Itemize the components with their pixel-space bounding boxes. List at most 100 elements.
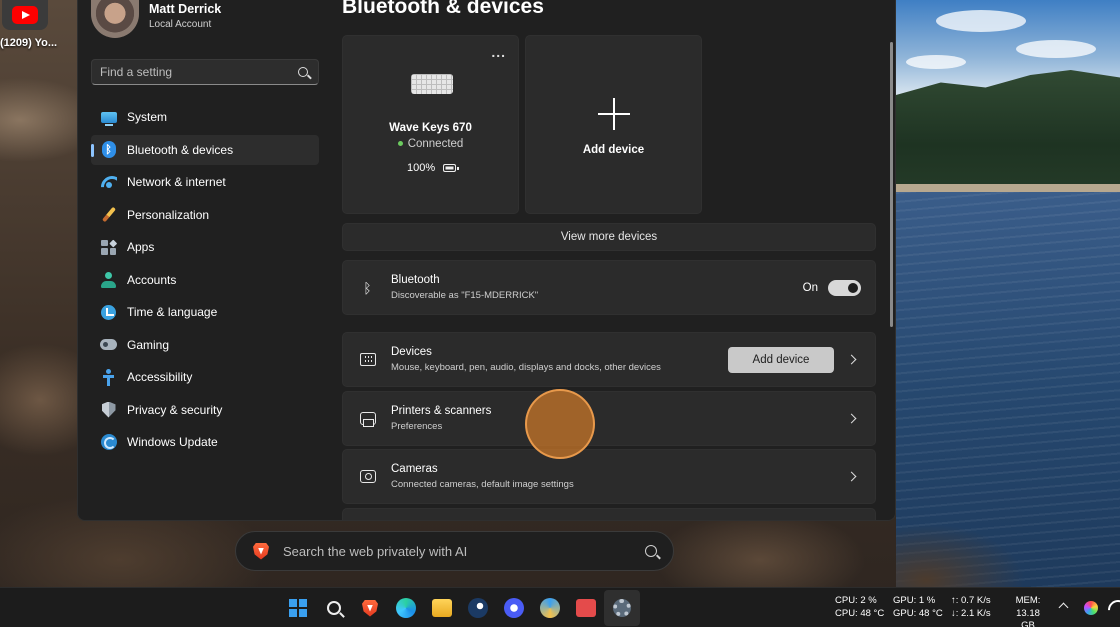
sidebar-item-apps[interactable]: Apps [91, 232, 319, 262]
start-button[interactable] [280, 590, 316, 626]
device-battery: 100% [407, 162, 460, 174]
wifi-icon[interactable] [1108, 600, 1120, 614]
bluetooth-toggle-label: On [802, 281, 818, 294]
add-device-card[interactable]: Add device [525, 35, 702, 214]
next-settings-row[interactable] [342, 508, 876, 520]
keyboard-icon [411, 74, 453, 94]
update-icon [100, 434, 117, 451]
view-more-devices-button[interactable]: View more devices [342, 223, 876, 251]
sidebar-item-label: Network & internet [127, 175, 226, 189]
person-icon [100, 271, 117, 288]
sidebar-item-gaming[interactable]: Gaming [91, 330, 319, 360]
user-profile[interactable]: Matt Derrick Local Account [91, 0, 221, 38]
profile-account-type: Local Account [149, 19, 212, 30]
brave-icon [362, 599, 378, 617]
settings-search-input[interactable] [100, 65, 298, 79]
web-search-bar[interactable]: Search the web privately with AI [235, 531, 674, 571]
taskbar-edge[interactable] [388, 590, 424, 626]
web-search-placeholder[interactable]: Search the web privately with AI [283, 544, 645, 559]
sidebar-item-system[interactable]: System [91, 102, 319, 132]
desktop-shortcut-label: (1209) Yo... [0, 37, 58, 49]
gamepad-icon [100, 336, 117, 353]
profile-name: Matt Derrick [149, 2, 222, 16]
bluetooth-icon: ᛒ [100, 141, 117, 158]
chevron-right-icon[interactable] [846, 354, 857, 365]
search-icon[interactable] [298, 67, 308, 77]
search-icon[interactable] [645, 545, 657, 557]
content-scrollbar[interactable] [890, 42, 893, 327]
cameras-row[interactable]: Cameras Connected cameras, default image… [342, 449, 876, 504]
sidebar-item-privacy-security[interactable]: Privacy & security [91, 395, 319, 425]
cpu-stats: CPU: 2 % CPU: 48 °C [835, 595, 884, 620]
camera-icon [359, 468, 376, 485]
printers-scanners-row[interactable]: Printers & scanners Preferences [342, 391, 876, 446]
device-card-wave-keys[interactable]: ... Wave Keys 670 Connected 100% [342, 35, 519, 214]
wallpaper-foreground-rocks [896, 470, 1120, 587]
net-upload: ↑: 0.7 K/s [951, 595, 991, 606]
file-explorer-icon [432, 599, 452, 617]
apps-icon [100, 239, 117, 256]
battery-level: 100% [407, 162, 436, 174]
bluetooth-row: ᛒ Bluetooth Discoverable as "F15-MDERRIC… [342, 260, 876, 315]
settings-nav: System ᛒ Bluetooth & devices Network & i… [91, 102, 319, 460]
battery-icon [443, 164, 460, 172]
sidebar-item-personalization[interactable]: Personalization [91, 200, 319, 230]
taskbar-brave[interactable] [352, 590, 388, 626]
taskbar-app[interactable] [496, 590, 532, 626]
cameras-row-subtitle: Connected cameras, default image setting… [391, 479, 574, 490]
chevron-up-icon[interactable] [1058, 602, 1069, 613]
devices-row-subtitle: Mouse, keyboard, pen, audio, displays an… [391, 362, 661, 373]
bluetooth-row-title: Bluetooth [391, 274, 440, 286]
taskbar-search-button[interactable] [316, 590, 352, 626]
bluetooth-icon: ᛒ [363, 279, 372, 296]
taskbar-file-explorer[interactable] [424, 590, 460, 626]
settings-window: Matt Derrick Local Account System ᛒ Blue… [77, 0, 896, 521]
printer-icon [359, 410, 376, 427]
taskbar-steam[interactable] [460, 590, 496, 626]
sidebar-item-time-language[interactable]: Time & language [91, 297, 319, 327]
cameras-row-title: Cameras [391, 463, 438, 475]
connected-dot-icon [397, 141, 403, 147]
edge-icon [396, 598, 416, 618]
sidebar-item-windows-update[interactable]: Windows Update [91, 427, 319, 457]
net-download: ↓: 2.1 K/s [951, 607, 991, 619]
mem-label: MEM: [1015, 595, 1041, 606]
taskbar-apps [280, 588, 640, 627]
gpu-usage: GPU: 1 % [893, 595, 936, 606]
wifi-icon [100, 174, 117, 191]
chevron-right-icon[interactable] [846, 471, 857, 482]
sidebar-item-label: Apps [127, 240, 155, 254]
sidebar-item-accounts[interactable]: Accounts [91, 265, 319, 295]
sidebar-item-accessibility[interactable]: Accessibility [91, 362, 319, 392]
taskbar-settings[interactable] [604, 590, 640, 626]
system-icon [100, 109, 117, 126]
more-options-button[interactable]: ... [491, 44, 506, 60]
click-indicator [525, 389, 595, 459]
network-stats: ↑: 0.7 K/s ↓: 2.1 K/s [951, 595, 991, 620]
settings-icon [613, 599, 631, 617]
bluetooth-toggle[interactable] [828, 279, 861, 296]
add-device-button[interactable]: Add device [728, 346, 834, 373]
devices-row[interactable]: Devices Mouse, keyboard, pen, audio, dis… [342, 332, 876, 387]
chevron-right-icon[interactable] [846, 413, 857, 424]
taskbar-todo[interactable] [532, 590, 568, 626]
sidebar-item-bluetooth-devices[interactable]: ᛒ Bluetooth & devices [91, 134, 319, 165]
sidebar-item-network[interactable]: Network & internet [91, 167, 319, 197]
add-device-card-label: Add device [582, 144, 645, 156]
settings-search-box[interactable] [91, 59, 319, 85]
memory-stats: MEM: 13.18 GB [1008, 595, 1048, 627]
color-wheel-icon[interactable] [1084, 601, 1098, 615]
taskbar-todoist[interactable] [568, 590, 604, 626]
youtube-icon[interactable] [2, 0, 48, 30]
search-icon [327, 601, 341, 615]
devices-row-title: Devices [391, 346, 432, 358]
app-icon [504, 598, 524, 618]
brave-icon [253, 542, 269, 560]
page-title: Bluetooth & devices [342, 0, 544, 18]
avatar[interactable] [91, 0, 139, 38]
bluetooth-row-subtitle: Discoverable as "F15-MDERRICK" [391, 290, 539, 301]
cpu-usage: CPU: 2 % [835, 595, 877, 606]
sidebar-item-label: Windows Update [127, 435, 218, 449]
device-name: Wave Keys 670 [389, 122, 472, 134]
sidebar-item-label: Personalization [127, 207, 210, 222]
